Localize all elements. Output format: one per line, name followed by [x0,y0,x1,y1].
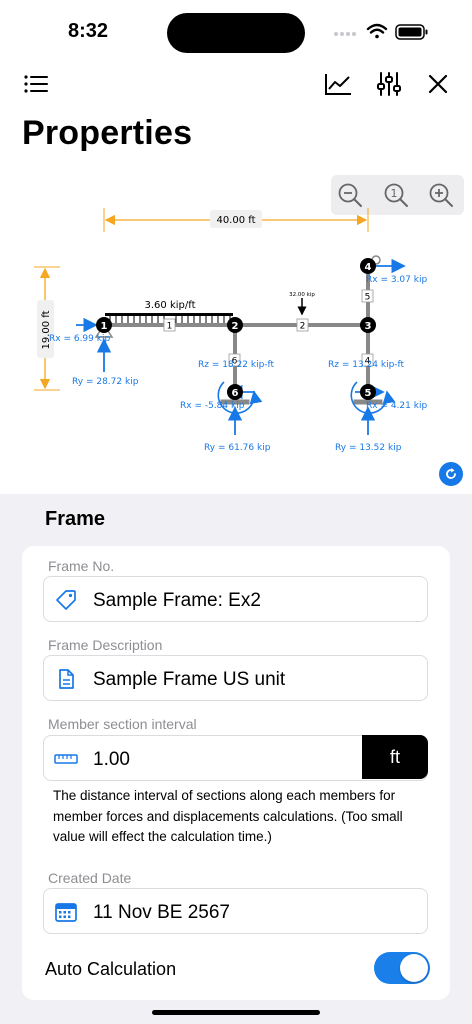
tag-icon [54,588,78,612]
auto-calculation-toggle[interactable] [374,952,430,984]
status-time: 8:32 [68,20,109,42]
rx5-label: Rx = 4.21 kip [366,401,427,411]
frame-description-label: Frame Description [48,637,163,653]
ry1-label: Ry = 28.72 kip [72,377,139,387]
unit-button[interactable]: ft [362,735,428,779]
form-section: Frame Frame No. Sample Frame: Ex2 Frame … [0,494,472,1024]
ruler-icon [54,747,78,771]
rz5-label: Rz = 13.24 kip-ft [328,360,405,370]
list-icon [24,75,48,93]
node-2-label: 2 [232,321,239,332]
zoom-reset-text: 1 [391,187,398,200]
point-load-label: 32.00 kip [289,292,315,298]
top-toolbar [0,64,472,104]
rz6-label: Rz = 18.22 kip-ft [198,360,275,370]
created-date-value: 11 Nov BE 2567 [93,902,230,923]
node-4-label: 4 [365,262,372,273]
ry5-label: Ry = 13.52 kip [335,443,402,453]
close-button[interactable] [422,68,454,100]
frame-no-value: Sample Frame: Ex2 [93,590,261,611]
frame-description-value: Sample Frame US unit [93,669,286,690]
interval-help-text: The distance interval of sections along … [53,788,403,844]
frame-card: Frame No. Sample Frame: Ex2 Frame Descri… [22,546,450,1000]
member-5-label: 5 [365,293,371,303]
width-dimension-label: 40.00 ft [216,215,255,226]
close-icon [428,74,448,94]
node-6-label: 6 [232,388,239,399]
refresh-button[interactable] [439,462,463,486]
created-date-label: Created Date [48,870,132,886]
section-title: Frame [45,508,106,530]
width-dimension: 40.00 ft [103,208,369,232]
distributed-load-label: 3.60 kip/ft [145,300,196,311]
interval-label: Member section interval [48,716,197,732]
point-load: 32.00 kip [289,292,315,316]
rx6-label: Rx = -5.84 kip [180,401,245,411]
ry6-label: Ry = 61.76 kip [204,443,271,453]
member-1-label: 1 [167,322,173,332]
interval-field[interactable]: 1.00 ft [43,735,428,781]
frame-no-label: Frame No. [48,558,115,574]
rx1-label: Rx = 6.99 kip [49,334,110,344]
sliders-icon [377,72,401,96]
rx4-label: Rx = 3.07 kip [366,275,427,285]
menu-button[interactable] [20,68,52,100]
member-2-label: 2 [300,322,306,332]
status-icons [334,23,428,40]
auto-calculation-label: Auto Calculation [45,959,177,979]
frame-diagram[interactable]: 40.00 ft 19.00 ft 3.60 kip/ft 32.00 kip [0,200,472,470]
status-bar: 8:32 [0,0,472,60]
interval-value: 1.00 [93,749,130,770]
chart-button[interactable] [322,68,354,100]
dynamic-island [167,13,305,53]
created-date-field[interactable]: 11 Nov BE 2567 [43,888,428,934]
toggle-knob [400,954,428,982]
wifi-icon [366,23,388,39]
frame-no-field[interactable]: Sample Frame: Ex2 [43,576,428,622]
calendar-icon [54,900,78,924]
settings-button[interactable] [373,68,405,100]
document-icon [54,667,78,691]
signal-icon [334,32,356,36]
chart-line-icon [325,74,351,95]
height-dimension: 19.00 ft [34,266,60,391]
page-title: Properties [22,114,193,152]
battery-icon [395,24,428,40]
node-5-label: 5 [365,388,372,399]
home-indicator [152,1010,320,1015]
node-3-label: 3 [365,321,372,332]
frame-description-field[interactable]: Sample Frame US unit [43,655,428,701]
refresh-icon [446,468,456,479]
node-1-label: 1 [101,321,108,332]
